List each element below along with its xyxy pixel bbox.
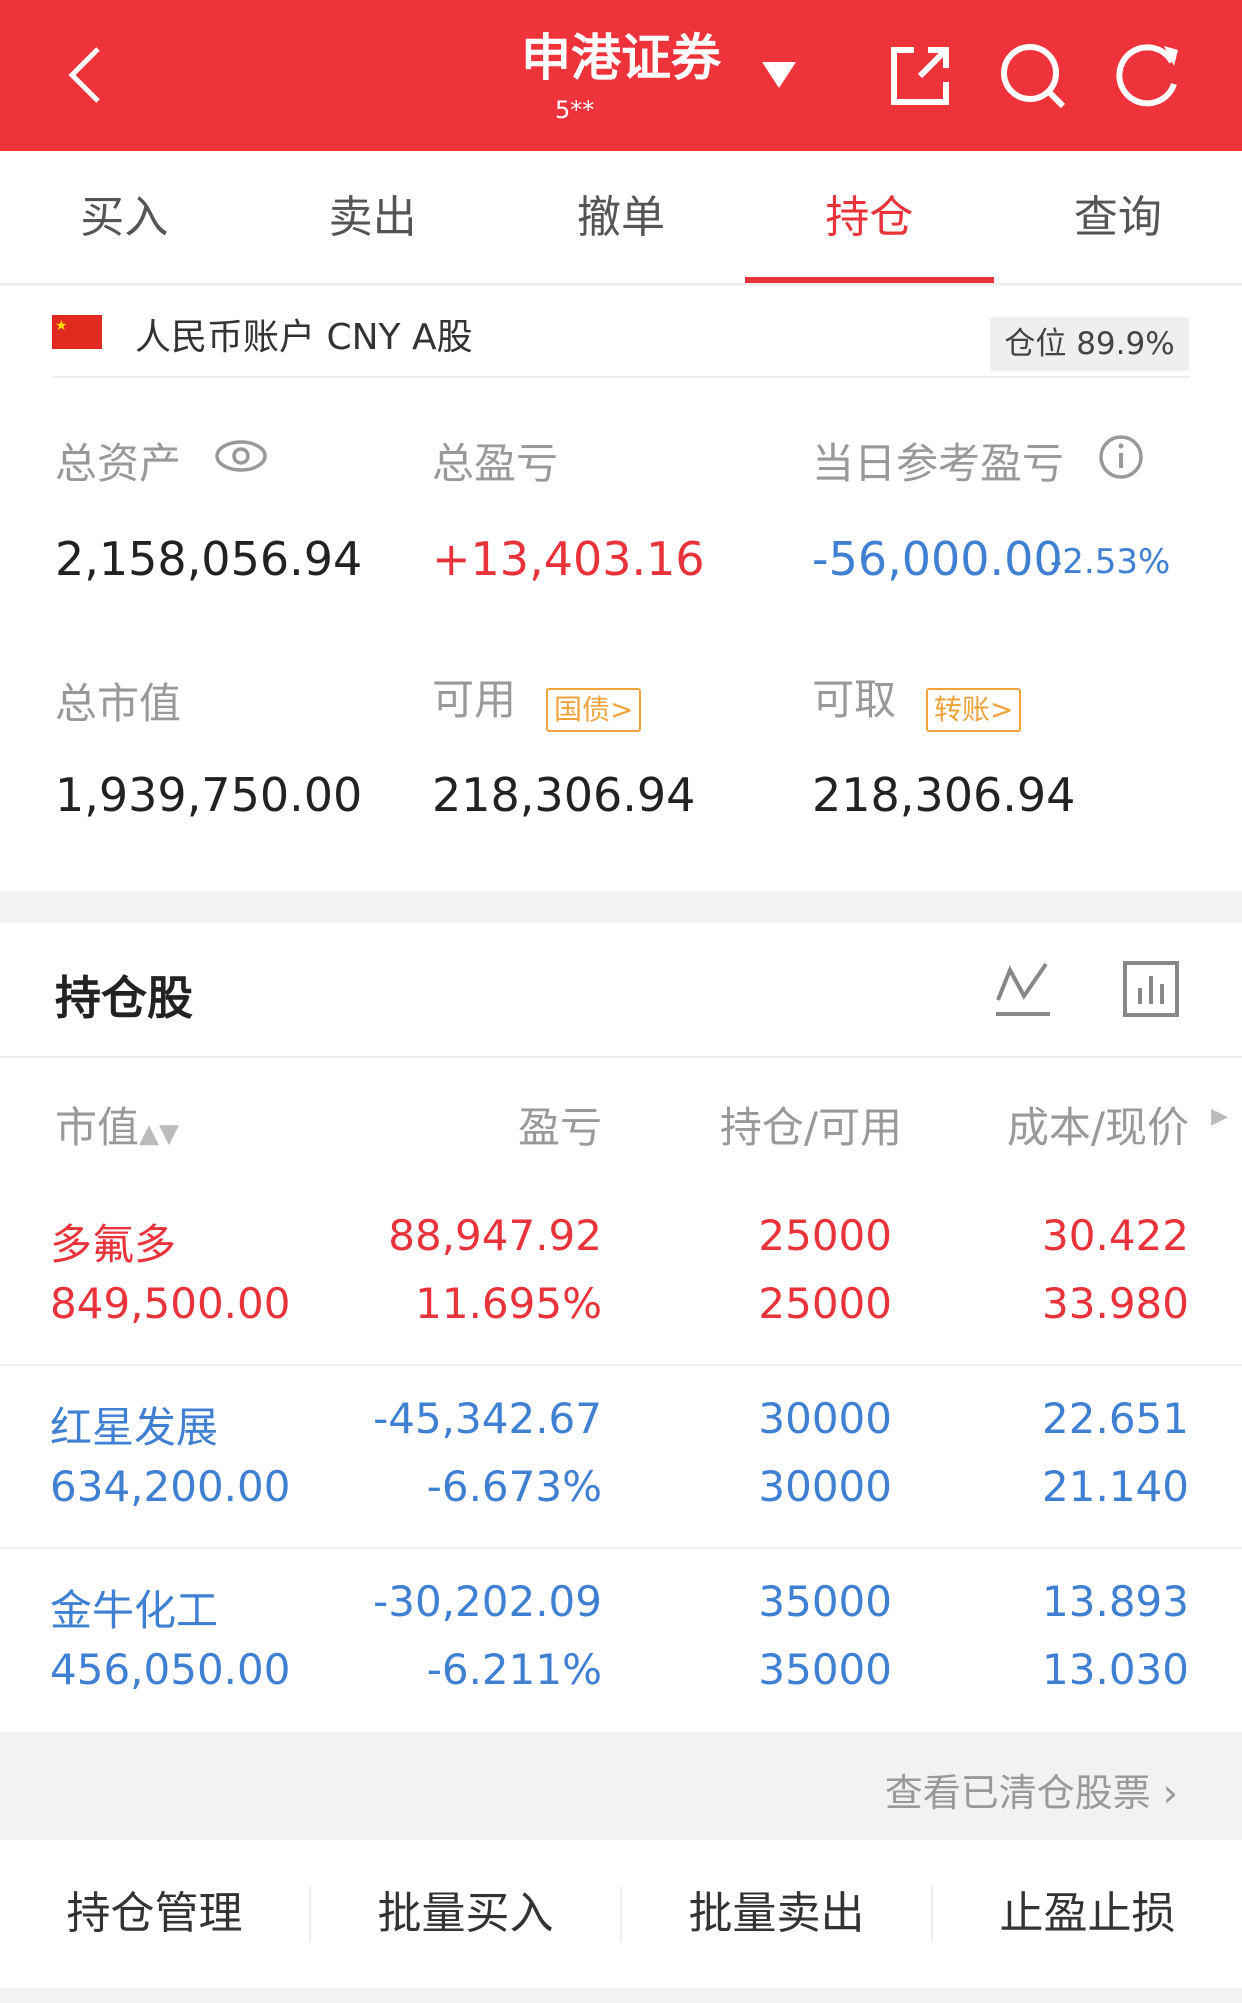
tab-cancel[interactable]: 撤单 [497,151,745,283]
column-pl: 盈亏 [517,1103,602,1152]
stock-pl: -45,342.67 [373,1394,602,1443]
stock-pl: 88,947.92 [388,1211,602,1260]
stock-price: 33.980 [1042,1279,1189,1328]
dropdown-caret-icon[interactable] [762,62,796,90]
stock-holding: 30000 [758,1394,892,1443]
share-icon[interactable] [884,40,956,112]
market-value-label: 总市值 [55,679,182,728]
total-assets-label: 总资产 [55,439,182,488]
available-group: 可用 国债> [432,666,642,732]
column-cost-price: 成本/现价 [1006,1103,1189,1152]
batch-buy-button[interactable]: 批量买入 [311,1886,622,1942]
stock-holding: 25000 [758,1211,892,1260]
scroll-right-icon[interactable]: ▶ [1211,1104,1228,1129]
stock-pl: -30,202.09 [373,1577,602,1626]
stock-cost: 22.651 [1042,1394,1189,1443]
stock-price: 21.140 [1042,1462,1189,1511]
stock-available: 30000 [758,1462,892,1511]
withdrawable-value: 218,306.94 [812,768,1076,822]
divider [0,1056,1242,1058]
trade-tabs: 买入 卖出 撤单 持仓 查询 [0,151,1242,285]
search-icon[interactable] [997,40,1069,112]
tab-holdings[interactable]: 持仓 [745,151,995,283]
available-label: 可用 [432,675,517,724]
stock-available: 35000 [758,1645,892,1694]
holding-row[interactable]: 红星发展 634,200.00 -45,342.67 -6.673% 30000 3000… [0,1366,1242,1549]
available-value: 218,306.94 [432,768,696,822]
stock-cost: 30.422 [1042,1211,1189,1260]
position-value: 89.9% [1076,326,1175,362]
transfer-button[interactable]: 转账> [926,687,1022,732]
position-label: 仓位 [1004,326,1067,362]
refresh-icon[interactable] [1112,40,1184,112]
info-icon[interactable] [1098,434,1144,480]
divider [52,376,1190,378]
sort-icon: ▲▼ [139,1119,180,1149]
bottom-actions: 持仓管理 批量买入 批量卖出 止盈止损 [0,1840,1242,1988]
column-hold-available: 持仓/可用 [719,1103,902,1152]
stock-name: 金牛化工 [50,1586,219,1635]
withdrawable-label: 可取 [812,675,897,724]
holdings-title: 持仓股 [55,971,193,1025]
withdrawable-group: 可取 转账> [812,666,1022,732]
eye-icon[interactable] [214,438,268,474]
daily-pl-value: -56,000.00 [812,532,1063,586]
tab-buy[interactable]: 买入 [0,151,248,283]
china-flag-icon: ★ [52,315,102,349]
stock-market-value: 456,050.00 [50,1645,291,1694]
stock-name: 红星发展 [50,1403,219,1452]
account-id: 5** [555,96,595,124]
column-market-value[interactable]: 市值▲▼ [55,1094,179,1155]
market-value: 1,939,750.00 [55,768,363,822]
holding-row[interactable]: 金牛化工 456,050.00 -30,202.09 -6.211% 35000 3500… [0,1549,1242,1732]
tab-sell[interactable]: 卖出 [248,151,496,283]
view-cleared-stocks-link[interactable]: 查看已清仓股票 › [885,1762,1178,1817]
position-ratio-badge: 仓位 89.9% [990,317,1189,371]
take-profit-stop-loss-button[interactable]: 止盈止损 [933,1886,1242,1942]
manage-holdings-button[interactable]: 持仓管理 [0,1886,311,1942]
app-header: 申港证券 5** [0,0,1242,151]
daily-pl-percent: -2.53% [1050,542,1171,582]
daily-pl-label: 当日参考盈亏 [812,439,1065,488]
holding-row[interactable]: 多氟多 849,500.00 88,947.92 11.695% 25000 25000 3… [0,1183,1242,1366]
stock-name: 多氟多 [50,1220,177,1269]
total-assets-value: 2,158,056.94 [55,532,363,586]
stock-market-value: 849,500.00 [50,1279,291,1328]
bar-chart-icon[interactable] [1122,960,1180,1018]
line-chart-icon[interactable] [994,960,1052,1018]
stock-pl-percent: -6.211% [426,1645,602,1694]
stock-cost: 13.893 [1042,1577,1189,1626]
treasury-bond-button[interactable]: 国债> [546,687,642,732]
stock-market-value: 634,200.00 [50,1462,291,1511]
stock-holding: 35000 [758,1577,892,1626]
stock-pl-percent: -6.673% [426,1462,602,1511]
tab-query[interactable]: 查询 [994,151,1242,283]
cleared-band: 查看已清仓股票 › [0,1732,1242,1840]
total-pl-value: +13,403.16 [432,532,705,586]
stock-pl-percent: 11.695% [415,1279,602,1328]
stock-available: 25000 [758,1279,892,1328]
total-pl-label: 总盈亏 [432,439,559,488]
stock-price: 13.030 [1042,1645,1189,1694]
batch-sell-button[interactable]: 批量卖出 [622,1886,933,1942]
account-name: 人民币账户 CNY A股 [135,317,473,358]
